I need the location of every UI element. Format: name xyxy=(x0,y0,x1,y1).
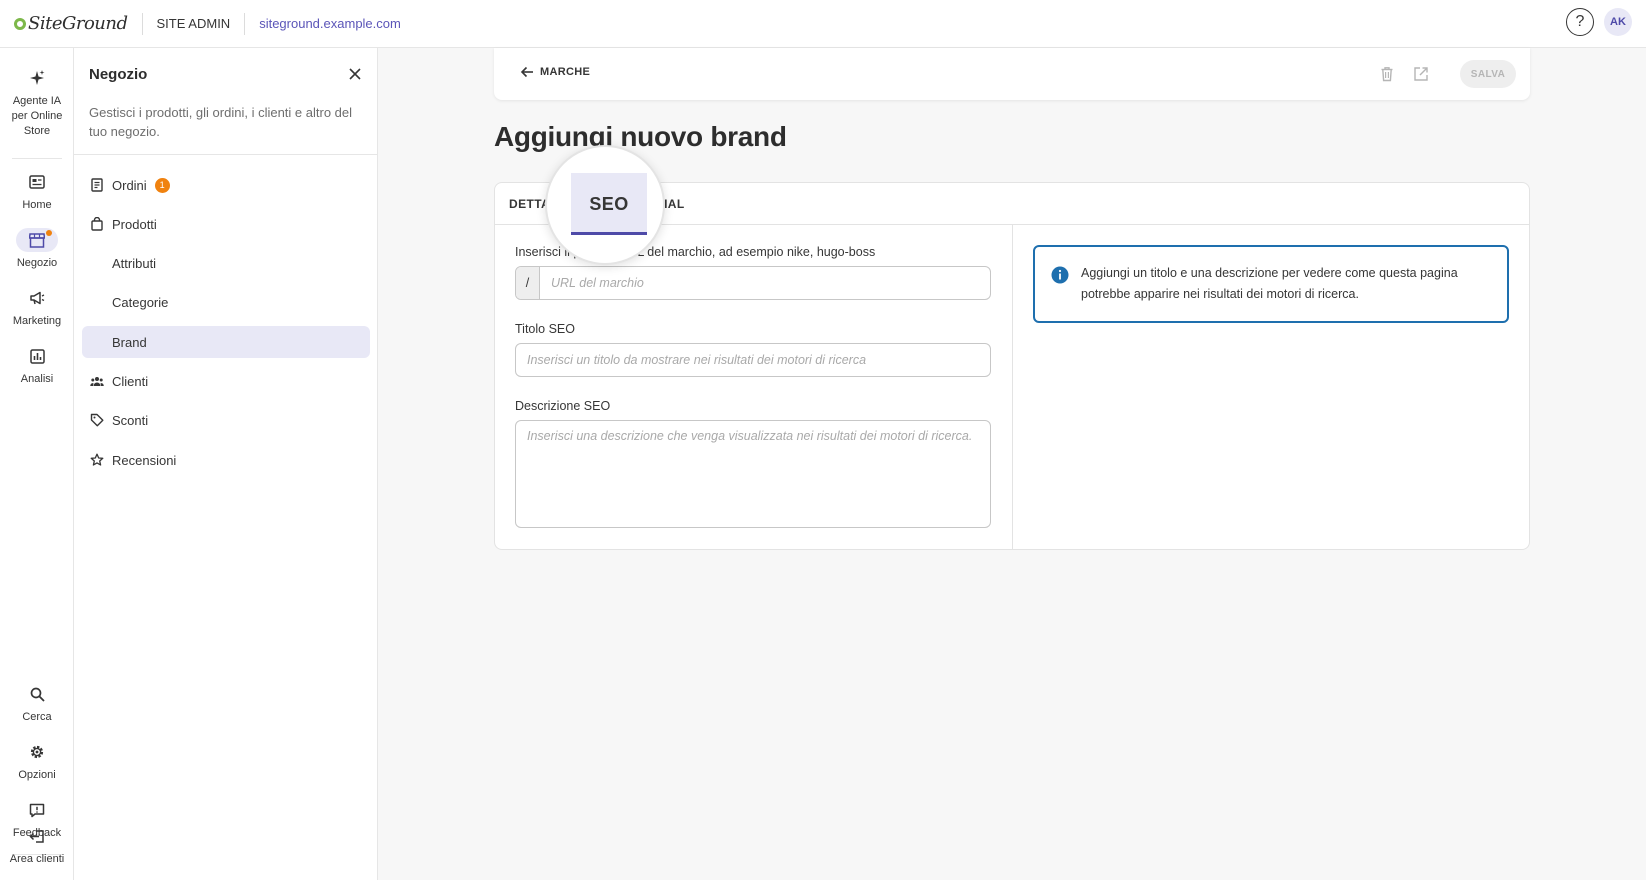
store-icon xyxy=(16,228,58,252)
help-button[interactable]: ? xyxy=(1566,8,1594,36)
shop-panel: Negozio Gestisci i prodotti, gli ordini,… xyxy=(74,48,378,880)
avatar[interactable]: AK xyxy=(1604,8,1632,36)
external-link-icon[interactable] xyxy=(1412,65,1430,83)
rail-item-ai-agent[interactable]: Agente IA per Online Store xyxy=(0,66,74,139)
back-to-brands-link[interactable]: MARCHE xyxy=(520,66,590,78)
url-prefix: / xyxy=(516,267,540,299)
save-button[interactable]: SALVA xyxy=(1460,60,1516,88)
info-icon xyxy=(1051,266,1069,284)
tab-dettagli[interactable]: DETTA xyxy=(509,183,550,225)
logo-mark-icon xyxy=(14,17,26,30)
column-divider xyxy=(1012,225,1013,549)
chart-icon xyxy=(16,344,58,368)
site-admin-label: SITE ADMIN xyxy=(156,16,231,31)
rail-label: Analisi xyxy=(20,373,54,385)
logout-icon xyxy=(16,824,58,848)
seo-title-input[interactable]: Inserisci un titolo da mostrare nei risu… xyxy=(515,343,991,377)
nav-item-label: Clienti xyxy=(112,373,149,389)
content-toolbar: MARCHE SALVA xyxy=(494,48,1530,100)
users-icon xyxy=(90,377,104,386)
seo-title-label: Titolo SEO xyxy=(515,322,575,336)
page-title: Aggiungi nuovo brand xyxy=(494,121,787,152)
logo-text: SiteGround xyxy=(28,13,128,34)
nav-item-label: Prodotti xyxy=(112,216,157,232)
topbar-actions: ? AK xyxy=(1566,8,1632,36)
rail-label: Negozio xyxy=(16,257,58,269)
nav-item-sconti[interactable]: Sconti xyxy=(82,404,370,436)
info-text: Aggiungi un titolo e una descrizione per… xyxy=(1081,266,1458,301)
panel-header: Negozio Gestisci i prodotti, gli ordini,… xyxy=(74,48,377,141)
active-tab-underline xyxy=(571,232,647,235)
site-url-link[interactable]: siteground.example.com xyxy=(259,16,401,31)
rail-label: Area clienti xyxy=(9,853,65,865)
rail-label: Agente IA per Online Store xyxy=(11,95,63,137)
topbar-divider xyxy=(244,12,246,35)
notification-dot xyxy=(46,230,52,236)
gear-icon xyxy=(16,740,58,764)
nav-item-label: Recensioni xyxy=(112,452,177,468)
url-placeholder: URL del marchio xyxy=(551,276,644,290)
rail-item-negozio[interactable]: Negozio xyxy=(0,228,74,271)
rail-item-cerca[interactable]: Cerca xyxy=(0,682,74,725)
nav-item-recensioni[interactable]: Recensioni xyxy=(82,444,370,476)
nav-item-categorie[interactable]: Categorie xyxy=(82,286,370,318)
panel-divider xyxy=(74,154,378,155)
rail-label: Opzioni xyxy=(18,769,56,781)
rail-item-analisi[interactable]: Analisi xyxy=(0,344,74,387)
nav-item-ordini[interactable]: Ordini 1 xyxy=(82,169,370,201)
nav-item-label: Attributi xyxy=(112,255,157,271)
shopping-bag-icon xyxy=(91,217,103,231)
nav-item-label: Categorie xyxy=(112,294,169,310)
nav-item-label: Sconti xyxy=(112,412,149,428)
nav-item-label: Brand xyxy=(112,334,147,350)
panel-description: Gestisci i prodotti, gli ordini, i clien… xyxy=(89,105,353,139)
topbar-divider xyxy=(141,12,143,35)
home-icon xyxy=(16,170,58,194)
seo-preview-info: Aggiungi un titolo e una descrizione per… xyxy=(1033,245,1509,323)
icon-rail: Agente IA per Online Store Home Negozio … xyxy=(0,48,74,880)
orders-count-badge: 1 xyxy=(154,177,170,193)
close-icon[interactable] xyxy=(347,66,363,82)
rail-item-opzioni[interactable]: Opzioni xyxy=(0,740,74,783)
megaphone-icon xyxy=(16,286,58,310)
rail-item-home[interactable]: Home xyxy=(0,170,74,213)
tag-icon xyxy=(90,413,104,427)
seo-description-textarea[interactable]: Inserisci una descrizione che venga visu… xyxy=(515,420,991,528)
star-icon xyxy=(90,453,104,466)
feedback-icon xyxy=(16,798,58,822)
panel-title: Negozio xyxy=(89,66,148,83)
rail-item-area-clienti-entry[interactable]: Area clienti xyxy=(0,824,74,867)
zoom-magnifier: SEO xyxy=(545,145,665,265)
nav-item-brand[interactable]: Brand xyxy=(82,326,370,358)
sparkles-icon xyxy=(16,66,58,90)
search-icon xyxy=(16,682,58,706)
siteground-logo[interactable]: SiteGround xyxy=(0,0,128,48)
brand-url-input[interactable]: / URL del marchio xyxy=(515,266,991,300)
nav-item-label: Ordini xyxy=(112,177,147,193)
rail-item-marketing[interactable]: Marketing xyxy=(0,286,74,329)
seo-description-label: Descrizione SEO xyxy=(515,399,611,413)
receipt-icon xyxy=(91,178,103,192)
url-label-end: RL del marchio, ad esempio nike, hugo-bo… xyxy=(628,245,876,259)
back-link-label: MARCHE xyxy=(540,66,591,78)
arrow-left-icon xyxy=(520,66,533,78)
question-mark-icon: ? xyxy=(1575,13,1585,30)
nav-item-attributi[interactable]: Attributi xyxy=(82,247,370,279)
nav-item-prodotti[interactable]: Prodotti xyxy=(82,208,370,240)
trash-icon[interactable] xyxy=(1378,65,1396,83)
rail-divider xyxy=(12,158,62,159)
top-bar: SiteGround SITE ADMIN siteground.example… xyxy=(0,0,1646,48)
rail-label: Cerca xyxy=(22,711,52,723)
zoomed-tab-seo: SEO xyxy=(571,173,647,235)
rail-label: Marketing xyxy=(12,315,62,327)
nav-item-clienti[interactable]: Clienti xyxy=(82,365,370,397)
rail-label: Home xyxy=(22,199,52,211)
